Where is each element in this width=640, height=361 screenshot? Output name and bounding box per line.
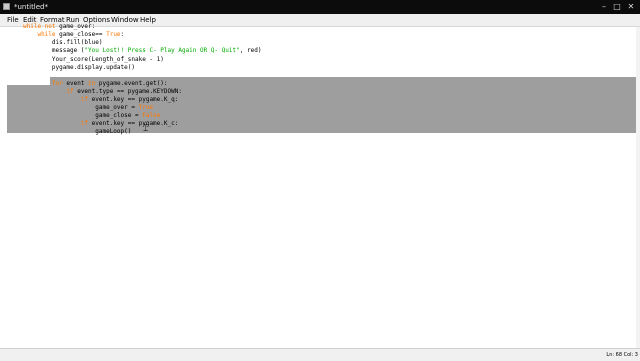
code-editor[interactable]	[0, 27, 640, 348]
code-line: while not game_over:	[23, 23, 96, 30]
code-line: if event.type == pygame.KEYDOWN:	[66, 88, 182, 95]
code-line: gameLoop()	[23, 128, 132, 135]
code-line: if event.key == pygame.K_q:	[80, 96, 179, 103]
title-bar: *untitled* – □ ✕	[0, 0, 640, 14]
code-fragment: game_over:	[55, 23, 96, 30]
close-icon[interactable]: ✕	[625, 1, 637, 12]
line-number: Ln: 68	[606, 352, 622, 358]
menu-file[interactable]: File	[6, 14, 20, 26]
code-line: while game_close== True:	[37, 31, 125, 38]
menu-help[interactable]: Help	[139, 14, 157, 26]
menu-bar: File Edit Format Run Options Window Help	[0, 14, 640, 27]
vertical-scrollbar[interactable]	[636, 27, 640, 348]
code-line: pygame.display.update()	[23, 64, 135, 71]
code-line: for event in pygame.event.get():	[51, 80, 168, 87]
code-line: dis.fill(blue)	[23, 39, 103, 46]
window-title: *untitled*	[14, 3, 49, 11]
column-number: Col: 3	[623, 352, 638, 358]
code-line: Your_score(Length_of_snake - 1)	[23, 56, 164, 63]
idle-app-icon	[3, 3, 10, 10]
code-line: if event.key == pygame.K_c:	[80, 120, 179, 127]
menu-window[interactable]: Window	[110, 14, 140, 26]
maximize-icon[interactable]: □	[611, 1, 623, 12]
text-cursor-icon: ⌶	[143, 124, 149, 134]
code-line: game_over = True	[23, 104, 154, 111]
code-line: message ("You Lost!! Press C- Play Again…	[23, 47, 262, 54]
minimize-icon[interactable]: –	[598, 1, 610, 12]
code-line: game_close = False	[23, 112, 161, 119]
status-bar: Ln: 68 Col: 3	[0, 348, 640, 361]
